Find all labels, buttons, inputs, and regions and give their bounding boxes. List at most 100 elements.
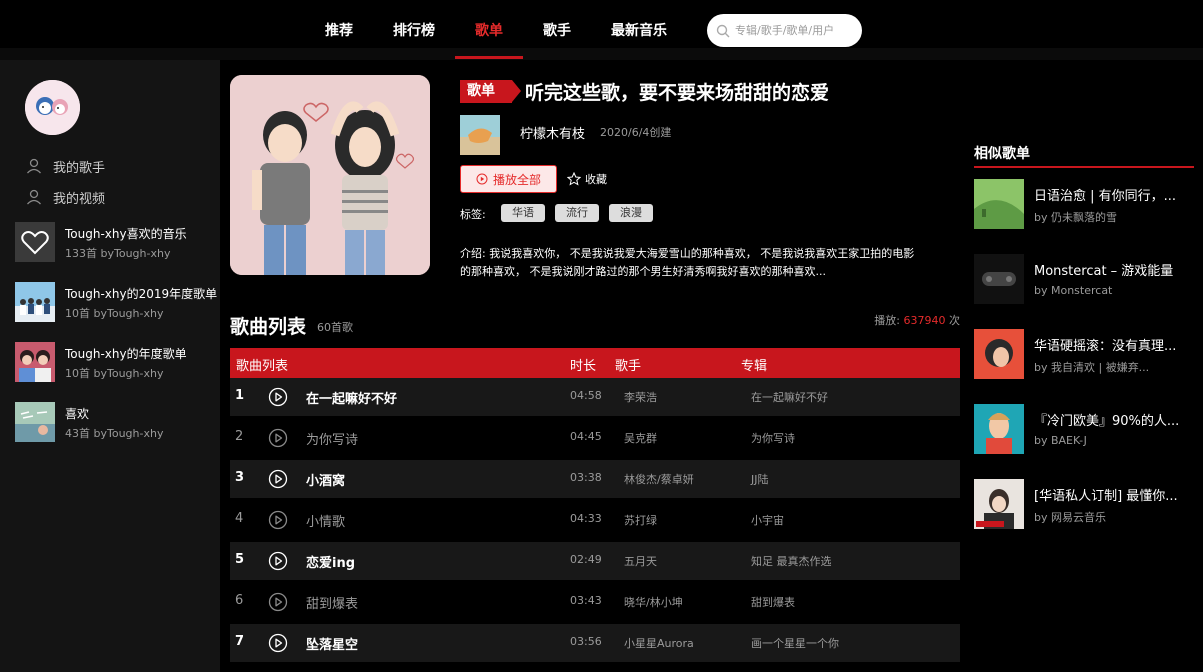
header-duration: 时长 bbox=[570, 359, 597, 374]
header-song: 歌曲列表 bbox=[236, 359, 289, 374]
playlist-cover-image bbox=[15, 342, 55, 382]
sidebar-link-label: 我的视频 bbox=[53, 191, 106, 207]
play-circle-icon[interactable] bbox=[268, 387, 288, 407]
creator-name[interactable]: 柠檬木有枝 bbox=[520, 123, 585, 142]
song-singer[interactable]: 吴克群 bbox=[624, 430, 657, 446]
create-date: 2020/6/4创建 bbox=[600, 126, 672, 139]
playlist-name: 喜欢 bbox=[65, 407, 90, 421]
play-circle-icon bbox=[476, 173, 488, 185]
search-icon bbox=[716, 24, 730, 38]
song-album[interactable]: 小宇宙 bbox=[751, 512, 784, 528]
play-circle-icon[interactable] bbox=[268, 592, 288, 612]
song-row[interactable]: 4 小情歌 04:33 苏打绿 小宇宙 bbox=[230, 501, 960, 539]
song-row[interactable]: 6 甜到爆表 03:43 晓华/林小坤 甜到爆表 bbox=[230, 583, 960, 621]
similar-playlist-item[interactable]: 华语硬摇滚：没有真理... by 我自清欢 | 被嫌弃... bbox=[974, 329, 1199, 379]
song-album[interactable]: 知足 最真杰作选 bbox=[751, 553, 832, 569]
nav-playlists[interactable]: 歌单 bbox=[475, 20, 503, 40]
song-index: 4 bbox=[235, 511, 244, 526]
similar-name: 华语硬摇滚：没有真理... bbox=[1034, 339, 1177, 354]
song-index: 6 bbox=[235, 593, 244, 608]
similar-name: 『冷门欧美』90%的人... bbox=[1034, 414, 1180, 429]
playlist-meta: 43首 byTough-xhy bbox=[65, 427, 164, 440]
song-singer[interactable]: 五月天 bbox=[624, 553, 657, 569]
nav-singers[interactable]: 歌手 bbox=[543, 20, 571, 40]
sidebar-my-videos[interactable]: 我的视频 bbox=[25, 186, 105, 208]
similar-author: by BAEK-J bbox=[1034, 434, 1087, 447]
user-avatar[interactable] bbox=[25, 80, 80, 135]
similar-playlist-item[interactable]: 日语治愈 | 有你同行，... by 仍未飘落的雪 bbox=[974, 179, 1199, 229]
song-title[interactable]: 坠落星空 bbox=[306, 634, 358, 653]
song-index: 5 bbox=[235, 552, 245, 567]
nav-charts[interactable]: 排行榜 bbox=[393, 20, 435, 40]
similar-playlist-item[interactable]: 『冷门欧美』90%的人... by BAEK-J bbox=[974, 404, 1199, 454]
sidebar-playlist-item[interactable]: Tough-xhy的2019年度歌单 10首 byTough-xhy bbox=[15, 282, 220, 324]
sidebar-playlist-item[interactable]: 喜欢 43首 byTough-xhy bbox=[15, 402, 220, 444]
song-album[interactable]: 甜到爆表 bbox=[751, 594, 795, 610]
similar-title: 相似歌单 bbox=[974, 146, 1030, 162]
top-bar-shadow bbox=[0, 48, 1203, 60]
song-index: 3 bbox=[235, 470, 245, 485]
header-album: 专辑 bbox=[741, 359, 768, 374]
sidebar-playlist-item[interactable]: Tough-xhy的年度歌单 10首 byTough-xhy bbox=[15, 342, 220, 384]
song-title[interactable]: 恋爱ing bbox=[306, 552, 355, 571]
tag-pill[interactable]: 浪漫 bbox=[609, 204, 653, 222]
play-count-number: 637940 bbox=[903, 314, 946, 327]
song-singer[interactable]: 林俊杰/蔡卓妍 bbox=[624, 471, 694, 487]
playlist-meta: 10首 byTough-xhy bbox=[65, 367, 164, 380]
song-count: 60首歌 bbox=[317, 321, 353, 334]
song-singer[interactable]: 小星星Aurora bbox=[624, 635, 694, 651]
song-singer[interactable]: 晓华/林小坤 bbox=[624, 594, 683, 610]
play-all-label: 播放全部 bbox=[492, 172, 541, 187]
nav-new-music[interactable]: 最新音乐 bbox=[611, 20, 667, 40]
song-title[interactable]: 甜到爆表 bbox=[306, 593, 358, 612]
similar-cover bbox=[974, 254, 1024, 304]
star-icon bbox=[567, 172, 581, 186]
similar-playlist-item[interactable]: [华语私人订制] 最懂你... by 网易云音乐 bbox=[974, 479, 1199, 529]
song-row[interactable]: 2 为你写诗 04:45 吴克群 为你写诗 bbox=[230, 419, 960, 457]
user-icon bbox=[27, 189, 41, 205]
song-row[interactable]: 3 小酒窝 03:38 林俊杰/蔡卓妍 JJ陆 bbox=[230, 460, 960, 498]
play-circle-icon[interactable] bbox=[268, 510, 288, 530]
song-singer[interactable]: 苏打绿 bbox=[624, 512, 657, 528]
collect-button[interactable]: 收藏 bbox=[567, 169, 607, 189]
collect-label: 收藏 bbox=[585, 173, 607, 186]
song-title[interactable]: 小情歌 bbox=[306, 511, 345, 530]
tag-pill[interactable]: 流行 bbox=[555, 204, 599, 222]
top-nav-bar: 推荐 排行榜 歌单 歌手 最新音乐 bbox=[0, 0, 1203, 60]
play-circle-icon[interactable] bbox=[268, 469, 288, 489]
song-title[interactable]: 为你写诗 bbox=[306, 429, 358, 448]
song-album[interactable]: 在一起嘛好不好 bbox=[751, 389, 828, 405]
song-duration: 04:33 bbox=[570, 512, 602, 525]
playlist-cover-heart bbox=[15, 222, 55, 262]
song-row[interactable]: 1 在一起嘛好不好 04:58 李荣浩 在一起嘛好不好 bbox=[230, 378, 960, 416]
similar-playlist-item[interactable]: Monstercat – 游戏能量 by Monstercat bbox=[974, 254, 1199, 304]
song-title[interactable]: 小酒窝 bbox=[306, 470, 345, 489]
song-duration: 02:49 bbox=[570, 553, 602, 566]
song-row[interactable]: 7 坠落星空 03:56 小星星Aurora 画一个星星一个你 bbox=[230, 624, 960, 662]
playlist-name: Tough-xhy的年度歌单 bbox=[65, 347, 187, 361]
nav-recommend[interactable]: 推荐 bbox=[325, 20, 353, 40]
song-title[interactable]: 在一起嘛好不好 bbox=[306, 388, 397, 407]
sidebar-playlist-item[interactable]: Tough-xhy喜欢的音乐 133首 byTough-xhy bbox=[15, 222, 220, 264]
play-circle-icon[interactable] bbox=[268, 633, 288, 653]
search-input[interactable] bbox=[735, 20, 855, 40]
song-album[interactable]: JJ陆 bbox=[751, 471, 769, 487]
search-box[interactable] bbox=[707, 14, 862, 47]
play-circle-icon[interactable] bbox=[268, 428, 288, 448]
song-row[interactable]: 5 恋爱ing 02:49 五月天 知足 最真杰作选 bbox=[230, 542, 960, 580]
play-circle-icon[interactable] bbox=[268, 551, 288, 571]
song-album[interactable]: 为你写诗 bbox=[751, 430, 795, 446]
tag-pill[interactable]: 华语 bbox=[501, 204, 545, 222]
similar-name: 日语治愈 | 有你同行，... bbox=[1034, 189, 1177, 204]
song-singer[interactable]: 李荣浩 bbox=[624, 389, 657, 405]
song-duration: 03:43 bbox=[570, 594, 602, 607]
song-album[interactable]: 画一个星星一个你 bbox=[751, 635, 839, 651]
song-index: 7 bbox=[235, 634, 245, 649]
playlist-cover-image bbox=[15, 282, 55, 322]
similar-author: by 我自清欢 | 被嫌弃... bbox=[1034, 361, 1150, 374]
creator-avatar[interactable] bbox=[460, 115, 500, 155]
playlist-badge: 歌单 bbox=[460, 80, 521, 103]
sidebar-my-singers[interactable]: 我的歌手 bbox=[25, 155, 105, 177]
play-all-button[interactable]: 播放全部 bbox=[460, 165, 557, 193]
playlist-title: 听完这些歌，要不要来场甜甜的恋爱 bbox=[525, 82, 830, 104]
